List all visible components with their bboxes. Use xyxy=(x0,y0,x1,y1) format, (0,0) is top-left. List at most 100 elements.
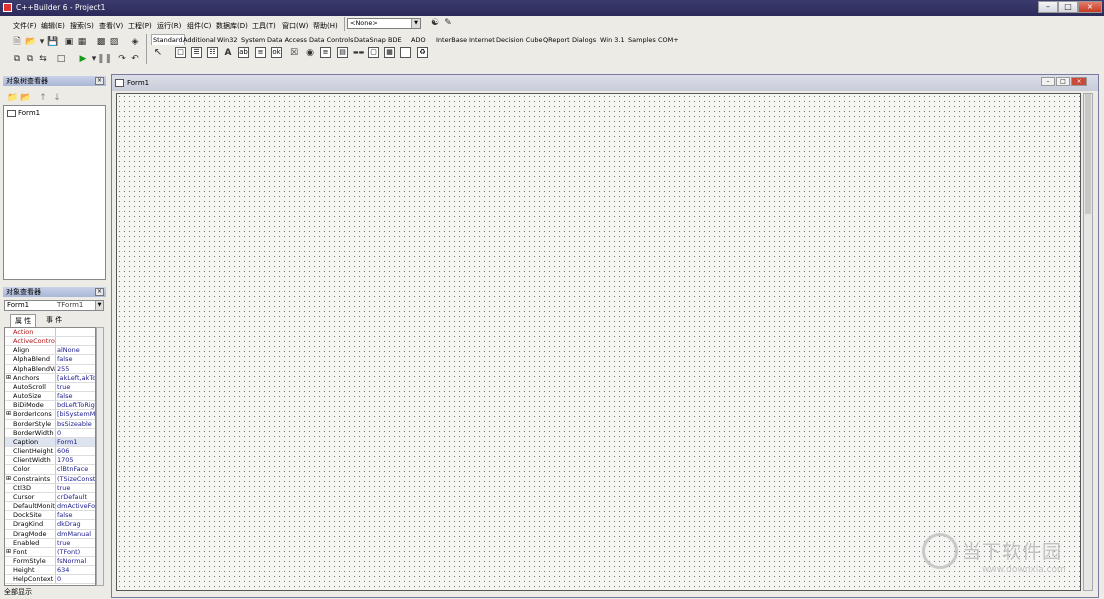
expand-icon[interactable]: ⊞ xyxy=(6,410,11,419)
property-value[interactable]: true xyxy=(57,539,95,548)
tab-datasnap[interactable]: DataSnap xyxy=(354,35,386,45)
property-value[interactable]: [biSystemMen xyxy=(57,410,95,419)
property-grid[interactable]: Action ActiveControl Align alNone AlphaBlend… xyxy=(4,327,96,586)
view-form-icon[interactable]: ⧉ xyxy=(25,54,35,64)
desktop-combo[interactable]: <None> ▼ xyxy=(347,18,421,29)
checkbox-icon[interactable]: ☒ xyxy=(289,48,299,58)
property-row[interactable]: BiDiMode bdLeftToRigh xyxy=(5,401,95,411)
down-arrow-icon[interactable]: ↓ xyxy=(52,93,62,103)
add-to-project-icon[interactable]: ▩ xyxy=(96,37,106,47)
property-value[interactable]: crDefault xyxy=(57,493,95,502)
tree-view-close-icon[interactable]: × xyxy=(95,77,104,85)
radiogroup-icon[interactable]: ▦ xyxy=(384,47,395,58)
tab-win32[interactable]: Win32 xyxy=(217,35,237,45)
property-row[interactable]: AutoScroll true xyxy=(5,382,95,393)
tab-data-controls[interactable]: Data Controls xyxy=(309,35,353,45)
folder-icon[interactable]: 📁 xyxy=(7,93,18,103)
tab-interbase[interactable]: InterBase xyxy=(436,35,467,45)
radio-button-icon[interactable]: ◉ xyxy=(305,48,315,58)
trace-into-icon[interactable]: ↷ xyxy=(117,54,127,64)
menu-database[interactable]: 数据库(D) xyxy=(216,21,248,31)
form-minimize-button[interactable]: – xyxy=(1041,77,1055,86)
save-desktop-icon[interactable]: ☯ xyxy=(430,18,440,28)
property-row[interactable]: ⊞BorderIcons [biSystemMen xyxy=(5,410,95,420)
pointer-icon[interactable]: ↖ xyxy=(153,48,163,58)
property-row[interactable]: FormStyle fsNormal xyxy=(5,557,95,567)
property-value[interactable]: false xyxy=(57,355,95,364)
property-value[interactable]: (TSizeConstra xyxy=(57,475,95,484)
property-row[interactable]: DragKind dkDrag xyxy=(5,520,95,530)
tab-win31[interactable]: Win 3.1 xyxy=(600,35,625,45)
property-row[interactable]: ClientWidth 1705 xyxy=(5,456,95,466)
tab-additional[interactable]: Additional xyxy=(183,35,216,45)
property-row[interactable]: AutoSize false xyxy=(5,392,95,402)
property-value[interactable]: true xyxy=(57,383,95,392)
property-value[interactable]: fsNormal xyxy=(57,557,95,566)
open-icon[interactable]: 📂 xyxy=(25,37,36,47)
edit-icon[interactable]: ab xyxy=(238,47,249,58)
property-row[interactable]: Cursor crDefault xyxy=(5,492,95,503)
property-value[interactable]: false xyxy=(57,392,95,401)
menu-file[interactable]: 文件(F) xyxy=(13,21,37,31)
property-row[interactable]: ⊞Constraints (TSizeConstra xyxy=(5,474,95,484)
property-value[interactable]: [akLeft,akTop] xyxy=(57,374,95,383)
property-row[interactable]: BorderWidth 0 xyxy=(5,428,95,438)
property-row[interactable]: Color clBtnFace xyxy=(5,465,95,475)
tab-properties[interactable]: 属 性 xyxy=(10,314,37,327)
menu-project[interactable]: 工程(P) xyxy=(128,21,152,31)
property-row[interactable]: ⊞ Font (TFont) xyxy=(5,547,95,557)
object-selector[interactable]: Form1 TForm1 ▼ xyxy=(4,300,104,311)
property-row[interactable]: AlphaBlend false xyxy=(5,355,95,365)
menu-run[interactable]: 运行(R) xyxy=(157,21,181,31)
property-value[interactable]: 0 xyxy=(57,575,95,584)
property-row[interactable]: Height 634 xyxy=(5,566,95,576)
main-menu-icon[interactable]: ☰ xyxy=(191,47,202,58)
property-value[interactable]: 255 xyxy=(57,365,95,374)
maximize-button[interactable]: □ xyxy=(1058,1,1078,13)
popup-menu-icon[interactable]: ☷ xyxy=(207,47,218,58)
property-row[interactable]: ClientHeight 606 xyxy=(5,447,95,457)
property-row[interactable]: ActiveControl xyxy=(5,337,95,347)
property-row[interactable]: DefaultMonitordmActiveForm xyxy=(5,502,95,512)
pause-icon[interactable]: ❚❚ xyxy=(97,54,112,64)
tab-dialogs[interactable]: Dialogs xyxy=(572,35,596,45)
property-value[interactable]: false xyxy=(57,511,95,520)
tab-data-access[interactable]: Data Access xyxy=(267,35,307,45)
object-tree[interactable]: Form1 xyxy=(3,105,106,280)
property-row[interactable]: Enabled true xyxy=(5,538,95,548)
property-row[interactable]: Ctl3D true xyxy=(5,483,95,493)
expand-icon[interactable]: ⊞ xyxy=(6,475,11,484)
design-grid[interactable] xyxy=(116,93,1081,591)
property-value[interactable]: 0 xyxy=(57,429,95,438)
inspector-scrollbar[interactable] xyxy=(96,327,104,586)
property-row[interactable]: AlphaBlendVal 255 xyxy=(5,364,95,374)
property-value[interactable]: dmManual xyxy=(57,530,95,539)
tab-events[interactable]: 事 件 xyxy=(42,314,66,326)
remove-from-project-icon[interactable]: ▨ xyxy=(109,37,119,47)
property-value[interactable]: 1705 xyxy=(57,456,95,465)
memo-icon[interactable]: ≡ xyxy=(255,47,266,58)
property-value[interactable]: bdLeftToRigh xyxy=(57,401,95,410)
property-row[interactable]: Caption Form1 xyxy=(5,437,95,448)
save-all-icon[interactable]: ▣ xyxy=(64,37,74,47)
form-close-button[interactable]: × xyxy=(1071,77,1087,86)
property-value[interactable]: 606 xyxy=(57,447,95,456)
groupbox-icon[interactable]: ▢ xyxy=(368,47,379,58)
property-row[interactable]: Align alNone xyxy=(5,346,95,356)
tab-bde[interactable]: BDE xyxy=(388,35,402,45)
up-arrow-icon[interactable]: ↑ xyxy=(38,93,48,103)
tab-system[interactable]: System xyxy=(241,35,265,45)
chevron-down-icon[interactable]: ▼ xyxy=(95,301,103,310)
minimize-button[interactable]: – xyxy=(1038,1,1058,13)
property-row[interactable]: BorderStyle bsSizeable xyxy=(5,419,95,429)
dropdown-icon[interactable]: ▾ xyxy=(37,37,47,47)
menu-tools[interactable]: 工具(T) xyxy=(252,21,276,31)
listbox-icon[interactable]: ≡ xyxy=(320,47,331,58)
expand-icon[interactable]: ⊞ xyxy=(6,374,11,383)
help-contents-icon[interactable]: ◈ xyxy=(130,37,140,47)
combobox-icon[interactable]: ▤ xyxy=(337,47,348,58)
menu-help[interactable]: 帮助(H) xyxy=(313,21,338,31)
property-value[interactable]: Form1 xyxy=(57,438,95,447)
property-row[interactable]: DragMode dmManual xyxy=(5,529,95,539)
new-icon[interactable]: 🗎 xyxy=(12,37,22,47)
